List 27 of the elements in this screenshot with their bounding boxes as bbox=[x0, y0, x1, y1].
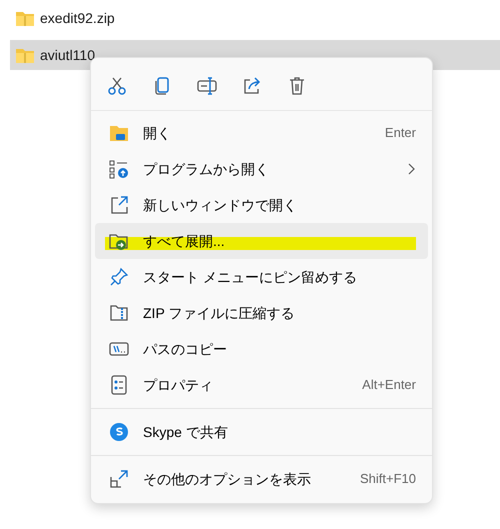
menu-item[interactable]: その他のオプションを表示 Shift+F10 bbox=[95, 461, 428, 497]
delete-icon[interactable] bbox=[287, 76, 307, 96]
zip-folder-icon bbox=[16, 10, 34, 26]
menu-item[interactable]: すべて展開... bbox=[95, 223, 428, 259]
menu-item[interactable]: Skype で共有 bbox=[95, 414, 428, 450]
menu-item[interactable]: ZIP ファイルに圧縮する bbox=[95, 295, 428, 331]
menu-item[interactable]: プロパティ Alt+Enter bbox=[95, 367, 428, 403]
menu-item[interactable]: スタート メニューにピン留めする bbox=[95, 259, 428, 295]
file-name: exedit92.zip bbox=[40, 8, 115, 28]
apps-icon bbox=[109, 159, 129, 179]
rename-icon[interactable] bbox=[197, 76, 217, 96]
menu-item[interactable]: パスのコピー bbox=[95, 331, 428, 367]
folder-icon bbox=[109, 123, 129, 143]
chat-app-icon bbox=[109, 422, 129, 442]
zip-icon bbox=[109, 303, 129, 323]
open-window-icon bbox=[109, 195, 129, 215]
properties-icon bbox=[109, 375, 129, 395]
menu-item[interactable]: 新しいウィンドウで開く bbox=[95, 187, 428, 223]
pin-icon bbox=[109, 267, 129, 287]
share-icon[interactable] bbox=[242, 76, 262, 96]
cut-icon[interactable] bbox=[107, 76, 127, 96]
more-options-icon bbox=[109, 469, 129, 489]
file-row[interactable]: exedit92.zip bbox=[10, 3, 500, 33]
file-name: aviutl110 bbox=[40, 46, 96, 64]
menu-item[interactable]: プログラムから開く bbox=[95, 151, 428, 187]
zip-folder-icon bbox=[16, 48, 34, 62]
menu-item[interactable]: 開く Enter bbox=[95, 115, 428, 151]
